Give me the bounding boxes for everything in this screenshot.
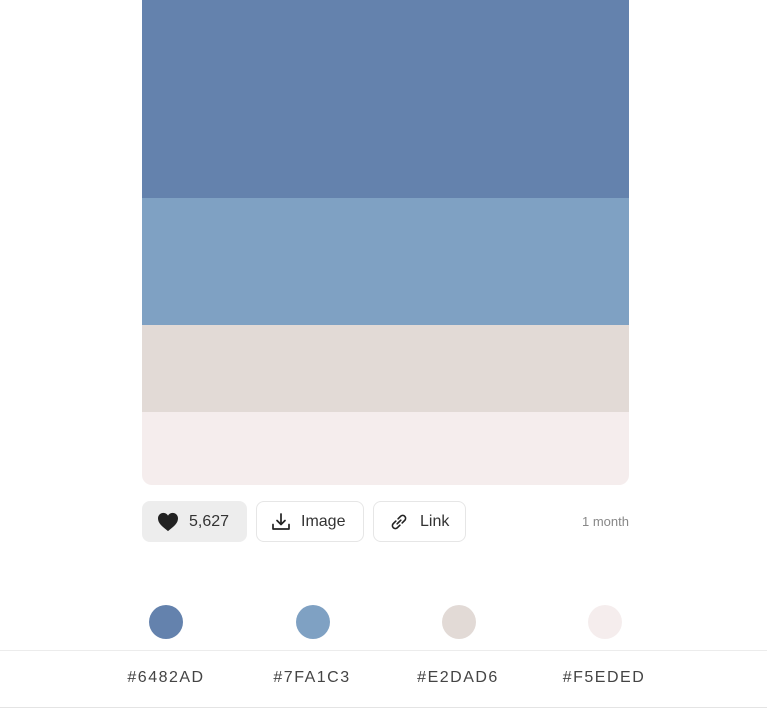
hex-code-3[interactable]: #E2DAD6 (398, 669, 518, 687)
color-dot-3[interactable] (442, 605, 476, 639)
copy-link-button[interactable]: Link (373, 501, 466, 542)
palette-card[interactable] (142, 0, 629, 485)
like-button[interactable]: 5,627 (142, 501, 247, 542)
like-count: 5,627 (189, 512, 230, 530)
hex-code-2[interactable]: #7FA1C3 (252, 669, 372, 687)
heart-icon (157, 512, 179, 532)
color-dot-2[interactable] (296, 605, 330, 639)
swatch-3[interactable] (142, 325, 629, 412)
hex-code-bar: #6482AD #7FA1C3 #E2DAD6 #F5EDED (0, 650, 767, 708)
image-label: Image (301, 512, 346, 530)
link-icon (388, 512, 410, 532)
color-dot-4[interactable] (588, 605, 622, 639)
swatch-2[interactable] (142, 198, 629, 325)
hex-code-1[interactable]: #6482AD (106, 669, 226, 687)
download-icon (271, 512, 291, 532)
palette-actions: 5,627 Image Link 1 month (142, 501, 629, 544)
swatch-4[interactable] (142, 412, 629, 485)
swatch-1[interactable] (142, 0, 629, 198)
color-dot-1[interactable] (149, 605, 183, 639)
link-label: Link (420, 512, 450, 530)
download-image-button[interactable]: Image (256, 501, 364, 542)
palette-page: 5,627 Image Link 1 month #6482AD #7FA1C3… (0, 0, 767, 718)
palette-age: 1 month (582, 514, 629, 529)
color-dots (0, 605, 767, 639)
hex-code-4[interactable]: #F5EDED (544, 669, 664, 687)
